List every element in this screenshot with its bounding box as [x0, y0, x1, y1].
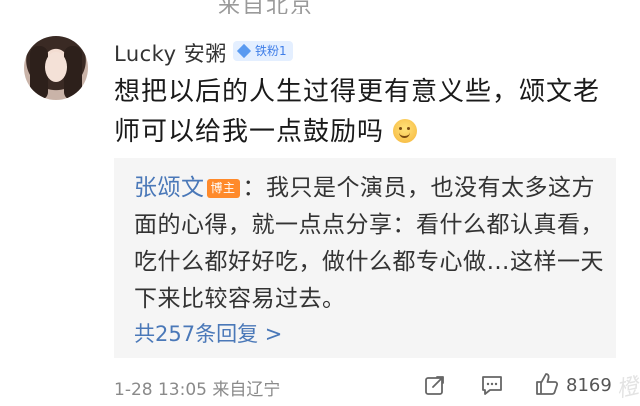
view-replies-link[interactable]: 共257条回复 > — [134, 318, 282, 348]
previous-comment-footer: 来自北京 — [0, 0, 640, 14]
comment-icon[interactable] — [480, 374, 504, 396]
reply-author[interactable]: 张颂文 — [134, 175, 205, 201]
share-icon[interactable] — [424, 374, 446, 396]
watermark: 橙 — [614, 373, 640, 403]
smile-emoji-icon — [393, 119, 418, 143]
comment-source: 来自辽宁 — [212, 380, 281, 400]
fan-badge[interactable]: 铁粉1 — [233, 41, 293, 61]
diamond-icon — [236, 43, 252, 59]
reply-text: 张颂文 博主 ：我只是个演员，也没有太多这方面的心得，就一点点分享：看什么都认真看，… — [134, 170, 604, 318]
like-count: 8169 — [566, 375, 612, 396]
comment-time: 1-28 13:05 — [114, 380, 207, 400]
comment-meta: 1-28 13:05 来自辽宁 — [114, 375, 280, 400]
fan-badge-label: 铁粉1 — [255, 44, 287, 58]
host-badge: 博主 — [206, 179, 240, 198]
reply-box[interactable]: 张颂文 博主 ：我只是个演员，也没有太多这方面的心得，就一点点分享：看什么都认真看，… — [114, 158, 616, 358]
previous-comment-source: 来自北京 — [218, 0, 315, 14]
like-icon[interactable] — [534, 371, 560, 397]
comment-text: 想把以后的人生过得更有意义些，颂文老师可以给我一点鼓励吗 — [114, 77, 601, 147]
avatar[interactable] — [24, 36, 88, 100]
username[interactable]: Lucky 安粥 — [114, 38, 227, 68]
